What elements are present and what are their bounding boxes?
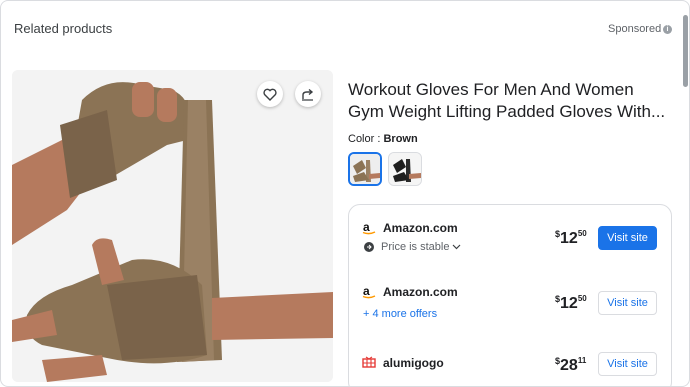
info-icon[interactable]: i	[663, 25, 672, 34]
panel-title: Related products	[14, 21, 113, 36]
price-stable-text: Price is stable	[381, 241, 450, 253]
seller-name: Amazon.com	[383, 221, 458, 235]
visit-site-button[interactable]: Visit site	[598, 226, 657, 250]
gloves-photo	[12, 70, 333, 382]
svg-text:a: a	[363, 285, 370, 298]
sponsored-label: Sponsored	[608, 23, 662, 35]
share-icon	[302, 88, 314, 101]
swatch-black[interactable]	[388, 152, 422, 186]
more-offers-link[interactable]: + 4 more offers	[363, 308, 437, 320]
offer-2-price: $1250	[555, 294, 587, 312]
offer-3-seller[interactable]: alumigogo	[362, 355, 444, 371]
chevron-down-icon	[453, 244, 461, 250]
svg-text:a: a	[363, 221, 370, 234]
product-title-line-1: Workout Gloves For Men And Women	[348, 80, 634, 99]
amazon-icon: a	[362, 221, 376, 235]
offer-1-seller[interactable]: a Amazon.com	[362, 220, 458, 236]
offer-1-price: $1250	[555, 229, 587, 247]
related-products-panel: Related products Sponsored i Workout Glo…	[0, 0, 690, 387]
save-favorite-button[interactable]	[257, 81, 283, 107]
visit-site-button[interactable]: Visit site	[598, 291, 657, 315]
arrow-right-icon	[364, 242, 374, 252]
product-image[interactable]	[12, 70, 333, 382]
black-gloves-swatch	[389, 153, 421, 185]
offer-2-seller[interactable]: a Amazon.com	[362, 284, 458, 300]
color-value: Brown	[383, 133, 418, 145]
product-title-line-2: Gym Weight Lifting Padded Gloves With...	[348, 102, 666, 121]
amazon-icon: a	[362, 285, 376, 299]
product-title[interactable]: Workout Gloves For Men And Women Gym Wei…	[348, 79, 670, 123]
color-label: Color :	[348, 133, 384, 145]
brown-gloves-swatch	[350, 154, 380, 184]
share-button[interactable]	[295, 81, 321, 107]
color-selector-label: Color : Brown	[348, 133, 418, 145]
offer-3-price: $2811	[555, 356, 587, 374]
seller-name: alumigogo	[383, 356, 444, 370]
price-stable-indicator[interactable]: Price is stable	[364, 241, 461, 253]
seller-name: Amazon.com	[383, 285, 458, 299]
visit-site-button[interactable]: Visit site	[598, 352, 657, 376]
scrollbar-thumb[interactable]	[683, 15, 688, 87]
heart-icon	[263, 88, 277, 101]
swatch-brown[interactable]	[348, 152, 382, 186]
alumigogo-icon	[362, 356, 376, 370]
